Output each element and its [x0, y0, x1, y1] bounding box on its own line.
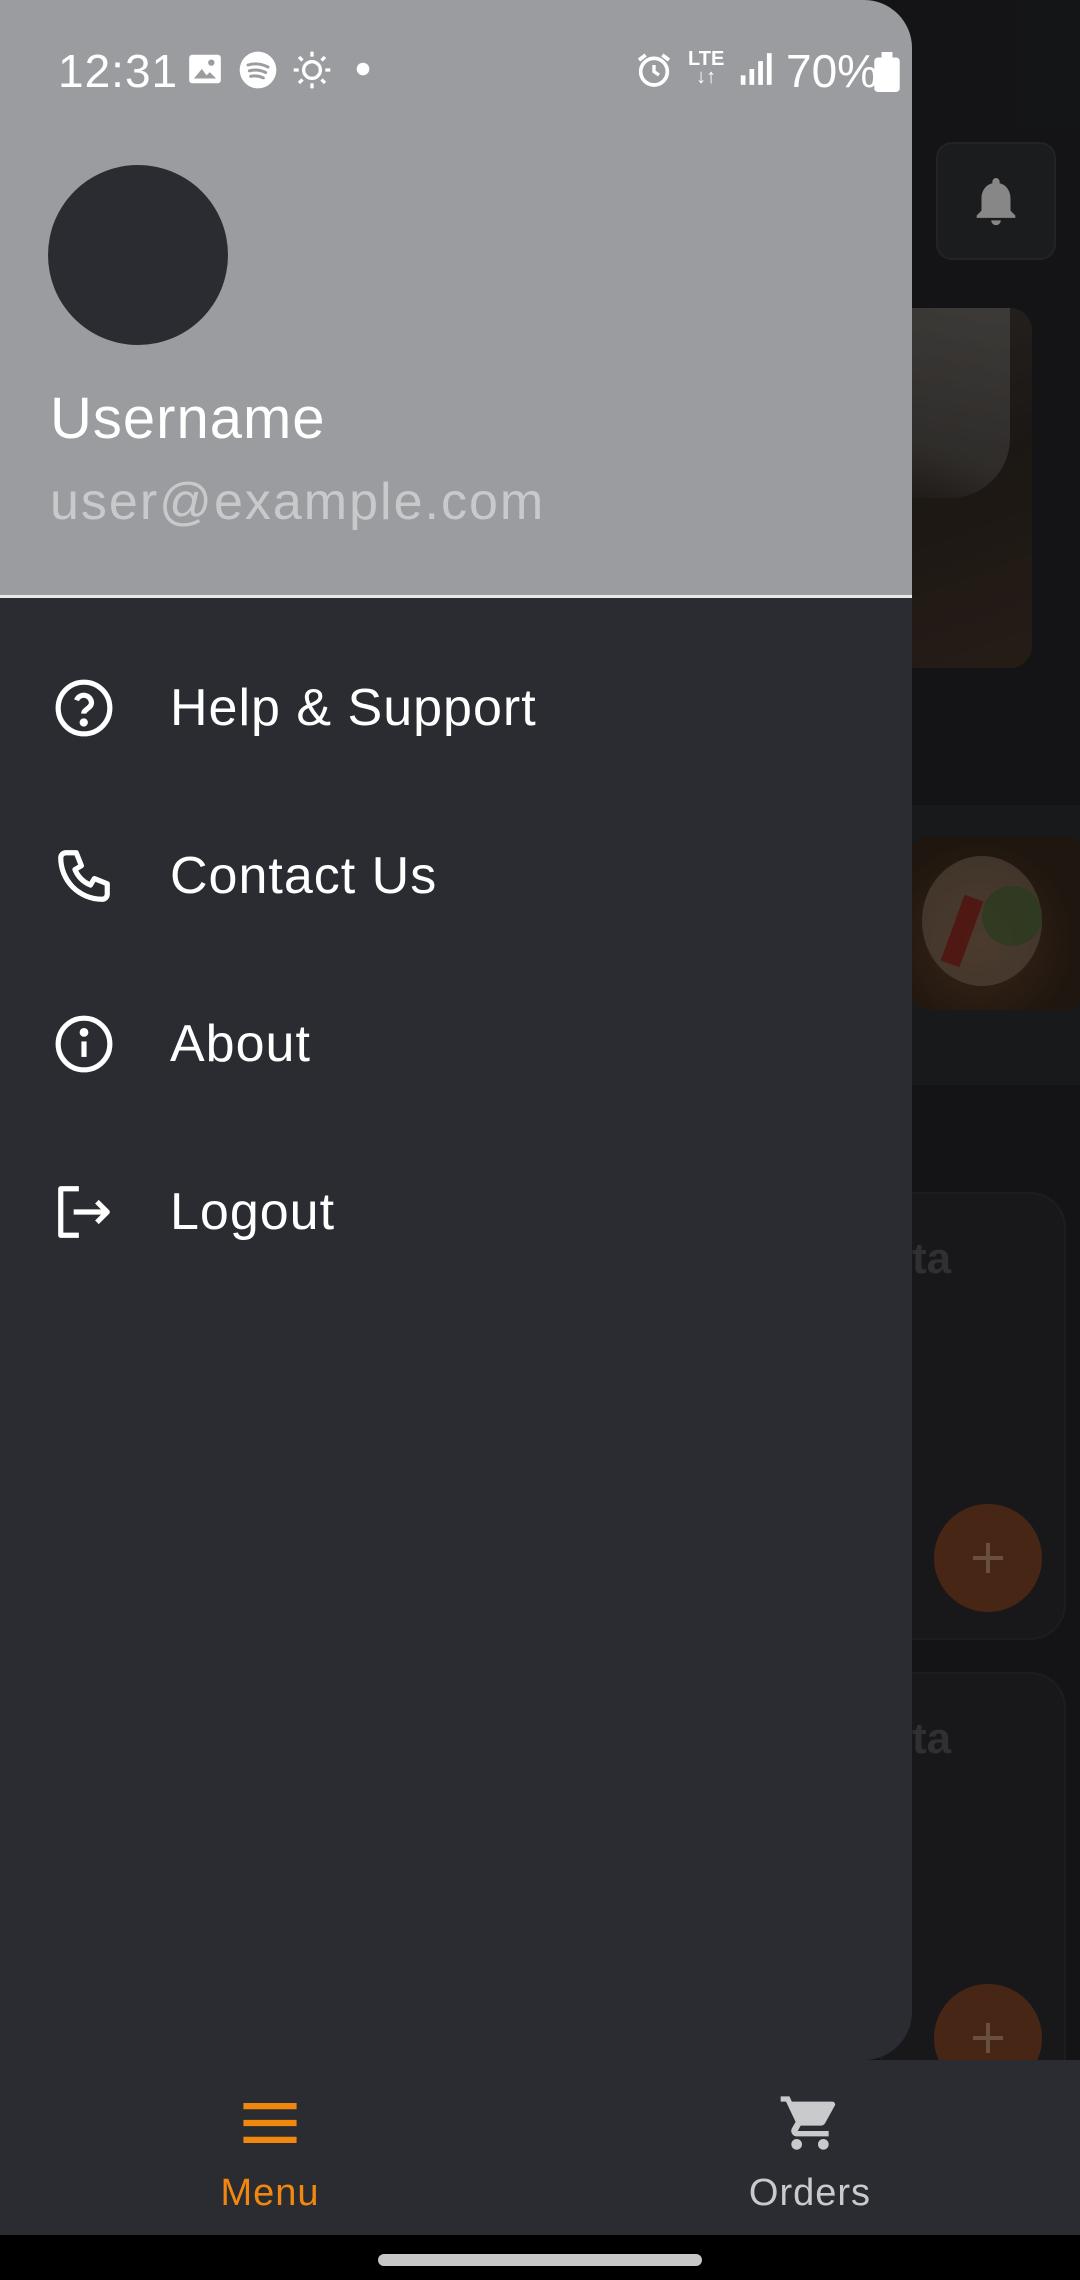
dot-icon	[356, 62, 370, 76]
drawer-item-contact-us[interactable]: Contact Us	[0, 792, 912, 960]
drawer-item-help-support[interactable]: Help & Support	[0, 624, 912, 792]
avatar[interactable]	[48, 165, 228, 345]
drawer-item-about[interactable]: About	[0, 960, 912, 1128]
network-type: LTE	[688, 48, 725, 70]
nav-tab-menu[interactable]: Menu	[0, 2060, 540, 2235]
cart-icon	[775, 2088, 845, 2158]
nav-tab-orders[interactable]: Orders	[540, 2060, 1080, 2235]
drawer-item-label: Contact Us	[170, 847, 438, 905]
spotify-icon	[239, 51, 277, 89]
status-bar: 12:31 LTE ↓↑ 70%	[0, 0, 912, 140]
signal-icon	[740, 53, 772, 85]
drawer-item-label: Logout	[170, 1183, 336, 1241]
lte-icon: LTE ↓↑	[688, 48, 725, 88]
drawer-item-label: About	[170, 1015, 311, 1073]
brightness-icon	[293, 51, 331, 89]
battery-icon	[874, 52, 900, 92]
user-email: user@example.com	[50, 473, 546, 531]
battery-percentage: 70%	[786, 45, 879, 97]
logout-icon	[50, 1178, 118, 1246]
drawer-menu: Help & Support Contact Us About Logout	[0, 624, 912, 1296]
drawer-item-logout[interactable]: Logout	[0, 1128, 912, 1296]
username: Username	[50, 386, 326, 451]
alarm-icon	[637, 53, 671, 87]
home-indicator[interactable]	[378, 2254, 702, 2266]
nav-tab-menu-label: Menu	[220, 2172, 320, 2214]
status-time: 12:31	[58, 45, 179, 97]
gallery-icon	[189, 54, 221, 84]
help-circle-icon	[50, 674, 118, 742]
navigation-drawer: Username user@example.com Help & Support	[0, 0, 912, 2060]
phone-icon	[50, 842, 118, 910]
menu-icon	[235, 2088, 305, 2158]
drawer-item-label: Help & Support	[170, 679, 537, 737]
info-circle-icon	[50, 1010, 118, 1078]
bottom-navigation: Menu Orders	[0, 2060, 1080, 2235]
nav-tab-orders-label: Orders	[748, 2172, 872, 2214]
app-screen: ta ta Username user@example.com Help & S…	[0, 0, 1080, 2280]
